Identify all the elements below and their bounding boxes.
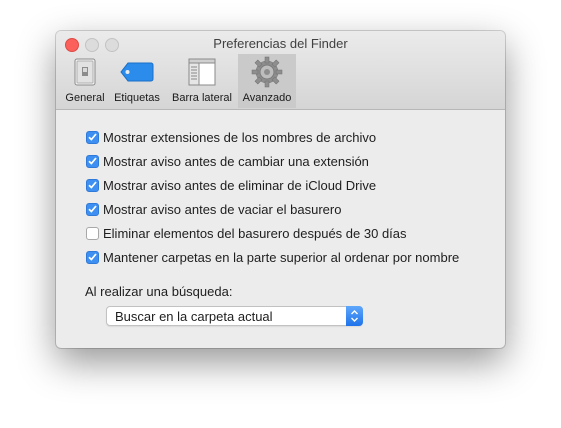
option-label: Mostrar aviso antes de cambiar una exten… [103,153,369,169]
option-label: Mostrar aviso antes de vaciar el basurer… [103,201,342,217]
option-label: Mantener carpetas en la parte superior a… [103,249,460,265]
tab-label: Avanzado [242,92,292,104]
option-label: Mostrar extensiones de los nombres de ar… [103,129,377,145]
search-scope-value: Buscar en la carpeta actual [115,309,273,324]
window-title: Preferencias del Finder [213,36,348,51]
title-bar: Preferencias del Finder General Etiqueta… [56,31,505,110]
gear-icon [251,56,283,93]
search-scope-popup[interactable]: Buscar en la carpeta actual [106,306,363,326]
option-label: Mostrar aviso antes de eliminar de iClou… [103,177,377,193]
option-warn-empty-trash[interactable]: Mostrar aviso antes de vaciar el basurer… [86,201,341,217]
tab-advanced[interactable]: Avanzado [238,54,296,108]
checkmark-icon [88,181,97,189]
checkbox-checked[interactable] [86,130,99,144]
tag-icon [120,62,154,87]
checkbox-checked[interactable] [86,202,99,216]
popup-arrows-icon [346,306,363,326]
finder-preferences-window: Preferencias del Finder General Etiqueta… [56,31,505,348]
checkbox-checked[interactable] [86,250,99,264]
option-label: Eliminar elementos del basurero después … [103,225,407,241]
checkbox-checked[interactable] [86,154,99,168]
option-remove-trash-30-days[interactable]: Eliminar elementos del basurero después … [86,225,407,241]
tab-tags[interactable]: Etiquetas [109,54,165,108]
option-show-extensions[interactable]: Mostrar extensiones de los nombres de ar… [86,129,376,145]
tab-label: Etiquetas [114,92,160,104]
checkbox-checked[interactable] [86,178,99,192]
checkmark-icon [88,205,97,213]
advanced-pane: Mostrar extensiones de los nombres de ar… [56,110,505,348]
checkmark-icon [88,157,97,165]
checkmark-icon [88,133,97,141]
tab-label: General [65,92,105,104]
option-warn-icloud-delete[interactable]: Mostrar aviso antes de eliminar de iClou… [86,177,376,193]
sidebar-icon [188,58,216,91]
checkmark-icon [88,253,97,261]
tab-general[interactable]: General [61,54,109,108]
checkbox-unchecked[interactable] [86,226,99,240]
tab-label: Barra lateral [172,92,232,104]
search-scope-label: Al realizar una búsqueda: [85,284,233,299]
option-folders-on-top[interactable]: Mantener carpetas en la parte superior a… [86,249,459,265]
tab-sidebar[interactable]: Barra lateral [167,54,237,108]
general-icon [73,58,97,91]
option-warn-extension-change[interactable]: Mostrar aviso antes de cambiar una exten… [86,153,369,169]
